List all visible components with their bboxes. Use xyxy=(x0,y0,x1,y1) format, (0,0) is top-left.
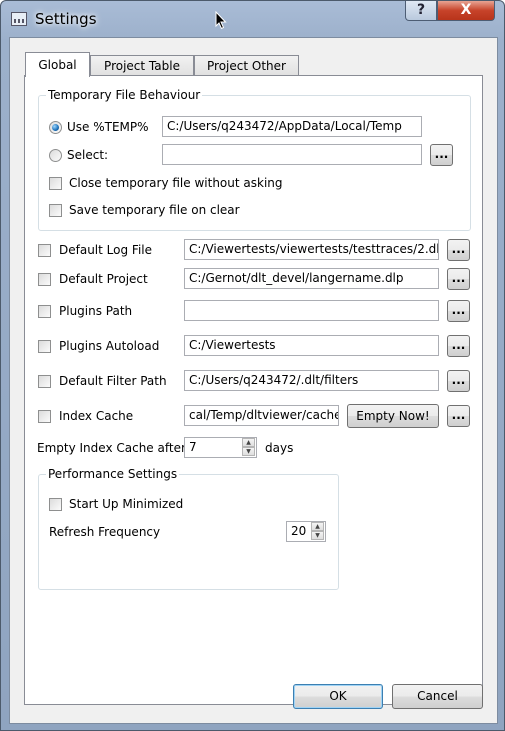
temp-file-group-title: Temporary File Behaviour xyxy=(46,88,203,102)
title-bar[interactable]: Settings ? X xyxy=(1,1,505,37)
plugins-path-checkbox[interactable] xyxy=(38,305,51,318)
plugins-autoload-field[interactable]: C:/Viewertests xyxy=(184,335,439,356)
dialog-client-area: Global Project Table Project Other Tempo… xyxy=(9,37,498,724)
plugins-autoload-browse-button[interactable]: ... xyxy=(447,335,470,357)
index-cache-checkbox[interactable] xyxy=(38,410,51,423)
default-filter-path-checkbox[interactable] xyxy=(38,375,51,388)
index-cache-field[interactable]: cal/Temp/dltviewer/cache xyxy=(184,405,339,426)
select-path-field[interactable] xyxy=(162,144,422,165)
mouse-cursor-icon xyxy=(215,11,227,30)
empty-cache-spinbox[interactable]: 7 ▲ ▼ xyxy=(184,437,257,458)
select-label: Select: xyxy=(67,148,109,162)
settings-window: Settings ? X Global Project Table Projec… xyxy=(0,0,505,731)
spin-down-icon[interactable]: ▼ xyxy=(242,447,255,456)
empty-cache-unit: days xyxy=(265,441,294,455)
default-project-browse-button[interactable]: ... xyxy=(447,268,470,290)
refresh-frequency-spinbox[interactable]: 20 ▲ ▼ xyxy=(286,521,326,542)
index-cache-label: Index Cache xyxy=(59,409,134,423)
temp-file-group: Temporary File Behaviour Use %TEMP% C:/U… xyxy=(38,88,471,231)
default-log-file-browse-button[interactable]: ... xyxy=(447,239,470,261)
global-tab-panel: Temporary File Behaviour Use %TEMP% C:/U… xyxy=(24,75,483,705)
close-button[interactable]: X xyxy=(437,1,495,21)
select-browse-button[interactable]: ... xyxy=(430,144,453,166)
empty-now-button[interactable]: Empty Now! xyxy=(347,404,439,428)
save-temp-label: Save temporary file on clear xyxy=(69,203,240,217)
plugins-autoload-checkbox[interactable] xyxy=(38,340,51,353)
app-icon xyxy=(11,12,27,26)
performance-group: Performance Settings Start Up Minimized … xyxy=(38,467,339,590)
spin-up-icon[interactable]: ▲ xyxy=(242,438,255,447)
start-minimized-label: Start Up Minimized xyxy=(69,497,184,511)
cancel-button[interactable]: Cancel xyxy=(392,684,483,709)
use-temp-radio[interactable] xyxy=(49,121,62,134)
use-temp-path-field[interactable]: C:/Users/q243472/AppData/Local/Temp xyxy=(162,116,422,137)
close-temp-label: Close temporary file without asking xyxy=(69,176,283,190)
spin-down-icon[interactable]: ▼ xyxy=(311,531,324,540)
empty-cache-value: 7 xyxy=(189,440,197,454)
save-temp-checkbox[interactable] xyxy=(49,204,62,217)
default-log-file-field[interactable]: C:/Viewertests/viewertests/testtraces/2.… xyxy=(184,239,439,260)
use-temp-label: Use %TEMP% xyxy=(67,120,149,134)
empty-cache-arrows: ▲ ▼ xyxy=(242,438,256,457)
window-title: Settings xyxy=(35,10,97,28)
performance-group-title: Performance Settings xyxy=(46,467,180,481)
default-project-label: Default Project xyxy=(59,272,148,286)
default-filter-path-label: Default Filter Path xyxy=(59,374,167,388)
index-cache-browse-button[interactable]: ... xyxy=(447,405,470,427)
default-project-checkbox[interactable] xyxy=(38,273,51,286)
empty-cache-label: Empty Index Cache after xyxy=(37,441,186,455)
plugins-path-browse-button[interactable]: ... xyxy=(447,300,470,322)
refresh-frequency-arrows: ▲ ▼ xyxy=(311,522,325,541)
plugins-path-label: Plugins Path xyxy=(59,304,133,318)
default-project-field[interactable]: C:/Gernot/dlt_devel/langername.dlp xyxy=(184,268,439,289)
plugins-autoload-label: Plugins Autoload xyxy=(59,339,160,353)
default-filter-path-field[interactable]: C:/Users/q243472/.dlt/filters xyxy=(184,370,439,391)
tab-global[interactable]: Global xyxy=(25,52,90,77)
refresh-frequency-label: Refresh Frequency xyxy=(49,525,161,539)
select-radio[interactable] xyxy=(49,149,62,162)
refresh-frequency-value: 20 xyxy=(291,524,307,538)
help-button[interactable]: ? xyxy=(405,1,437,21)
plugins-path-field[interactable] xyxy=(184,300,439,321)
ok-button[interactable]: OK xyxy=(293,684,383,709)
tab-project-other[interactable]: Project Other xyxy=(194,55,299,76)
close-temp-checkbox[interactable] xyxy=(49,177,62,190)
tab-project-table[interactable]: Project Table xyxy=(90,55,194,76)
default-log-file-checkbox[interactable] xyxy=(38,244,51,257)
default-log-file-label: Default Log File xyxy=(59,243,152,257)
spin-up-icon[interactable]: ▲ xyxy=(311,522,324,531)
start-minimized-checkbox[interactable] xyxy=(49,498,62,511)
default-filter-path-browse-button[interactable]: ... xyxy=(447,370,470,392)
